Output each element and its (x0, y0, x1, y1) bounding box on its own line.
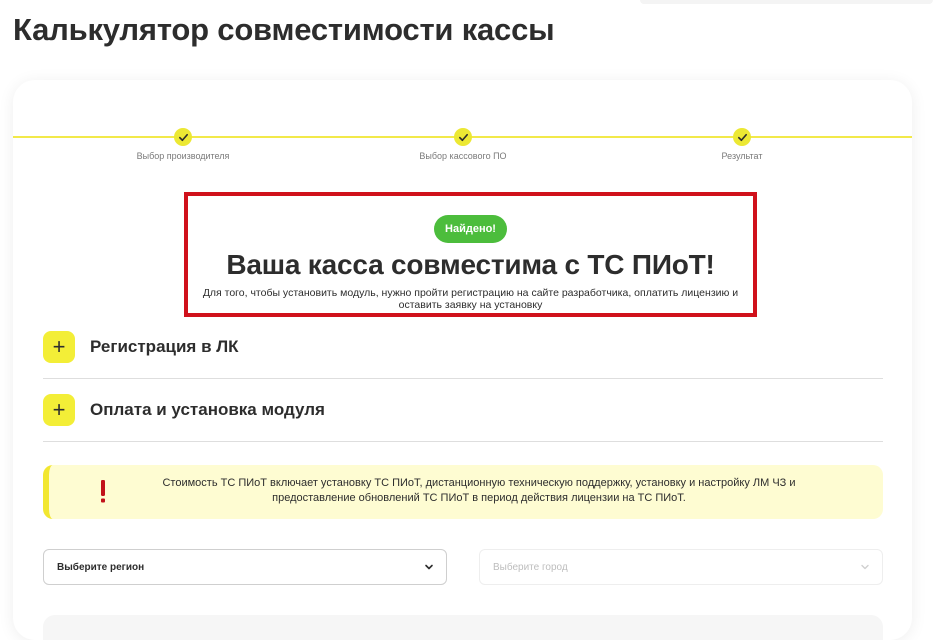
plus-icon[interactable]: + (43, 330, 75, 363)
city-select[interactable]: Выберите город (479, 549, 883, 585)
notice-banner: Стоимость ТС ПИоТ включает установку ТС … (43, 465, 883, 519)
step-result[interactable]: Результат (642, 128, 842, 161)
found-badge: Найдено! (434, 215, 507, 243)
accordion-registration[interactable]: + Регистрация в ЛК (43, 315, 883, 379)
step-label: Выбор кассового ПО (419, 151, 507, 161)
region-select-value: Выберите регион (57, 561, 145, 573)
step-label: Результат (721, 151, 763, 161)
check-icon (733, 128, 751, 146)
city-select-value: Выберите город (493, 561, 568, 573)
result-highlight-box: Найдено! Ваша касса совместима с ТС ПИоТ… (184, 192, 757, 317)
exclamation-icon (101, 480, 105, 503)
step-label: Выбор производителя (136, 151, 230, 161)
calculator-card: Выбор производителя Выбор кассового ПО Р… (13, 80, 912, 640)
page-title: Калькулятор совместимости кассы (13, 12, 555, 47)
result-description: Для того, чтобы установить модуль, нужно… (202, 287, 739, 311)
top-strip (640, 0, 933, 4)
chevron-down-icon (425, 564, 433, 570)
plus-icon[interactable]: + (43, 393, 75, 426)
result-title: Ваша касса совместима с ТС ПИоТ! (226, 249, 715, 280)
bottom-panel (43, 615, 883, 640)
chevron-down-icon (861, 564, 869, 570)
accordion-payment[interactable]: + Оплата и установка модуля (43, 378, 883, 442)
region-select[interactable]: Выберите регион (43, 549, 447, 585)
accordion-label: Оплата и установка модуля (90, 399, 325, 419)
notice-text: Стоимость ТС ПИоТ включает установку ТС … (162, 477, 796, 504)
check-icon (454, 128, 472, 146)
accordion-label: Регистрация в ЛК (90, 336, 239, 356)
step-manufacturer[interactable]: Выбор производителя (83, 128, 283, 161)
step-software[interactable]: Выбор кассового ПО (363, 128, 563, 161)
check-icon (174, 128, 192, 146)
